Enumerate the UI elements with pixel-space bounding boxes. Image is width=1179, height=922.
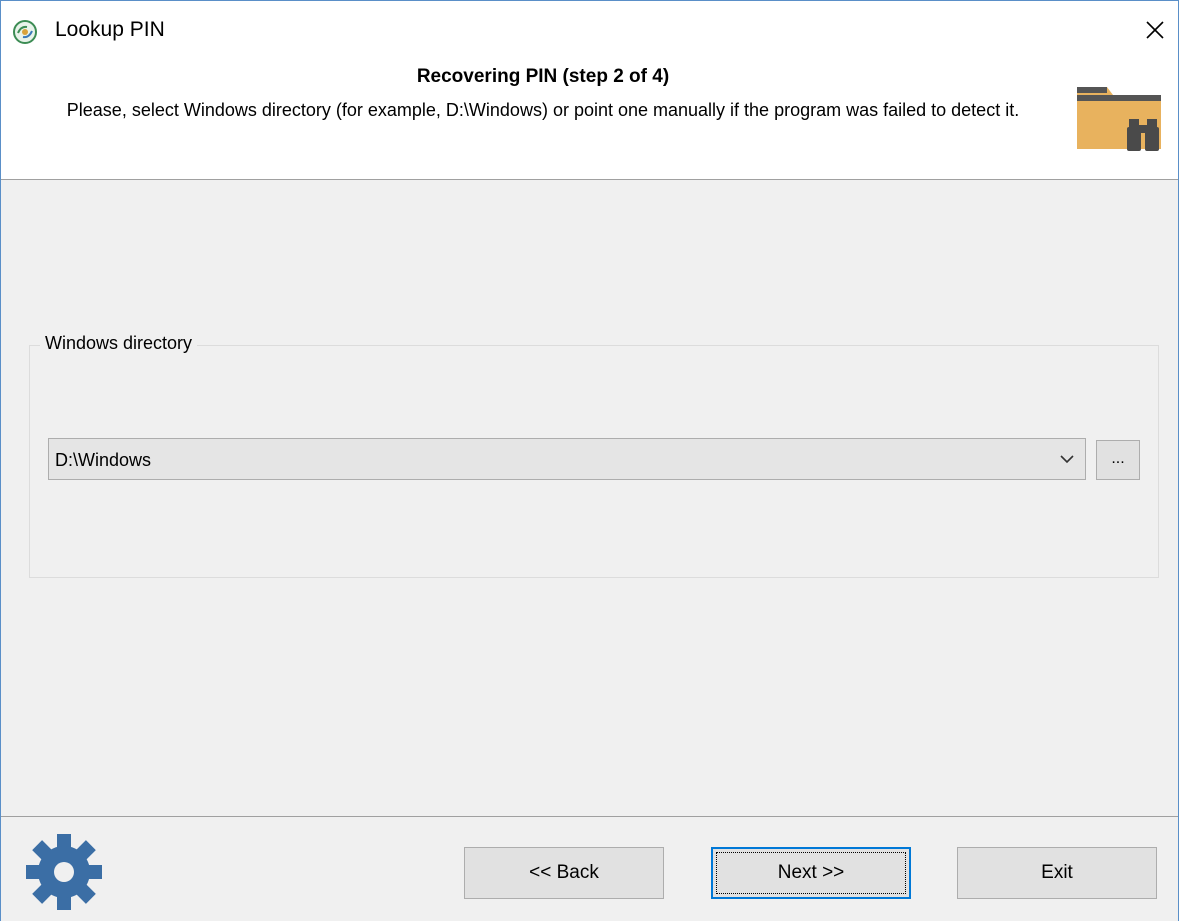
- wizard-header: Recovering PIN (step 2 of 4) Please, sel…: [1, 61, 1178, 180]
- windows-directory-combo[interactable]: D:\Windows: [48, 438, 1086, 480]
- wizard-footer: << Back Next >> Exit: [1, 816, 1178, 921]
- exit-button[interactable]: Exit: [957, 847, 1157, 899]
- exit-button-label: Exit: [1041, 862, 1073, 883]
- step-description: Please, select Windows directory (for ex…: [66, 100, 1020, 120]
- close-button[interactable]: [1132, 9, 1178, 55]
- step-title: Recovering PIN (step 2 of 4): [416, 66, 670, 87]
- back-button[interactable]: << Back: [464, 847, 664, 899]
- title-bar[interactable]: Lookup PIN: [1, 1, 1178, 61]
- lookup-pin-window: Lookup PIN Recovering PIN (step 2 of 4) …: [0, 0, 1179, 921]
- browse-button[interactable]: ...: [1096, 440, 1140, 480]
- chevron-down-icon[interactable]: [1059, 452, 1075, 466]
- combo-value: D:\Windows: [55, 450, 152, 470]
- next-button[interactable]: Next >>: [711, 847, 911, 899]
- gear-icon: [19, 827, 109, 917]
- group-legend: Windows directory: [40, 333, 198, 354]
- close-icon: [1145, 20, 1165, 45]
- focus-rectangle: [716, 852, 906, 894]
- lookup-pin-app-icon: [12, 19, 38, 45]
- wizard-body: Windows directory D:\Windows ...: [1, 180, 1178, 816]
- folder-binoculars-icon: [1075, 81, 1165, 161]
- back-button-label: << Back: [529, 862, 599, 883]
- windows-directory-group: Windows directory D:\Windows ...: [29, 333, 1159, 578]
- window-title: Lookup PIN: [55, 18, 165, 41]
